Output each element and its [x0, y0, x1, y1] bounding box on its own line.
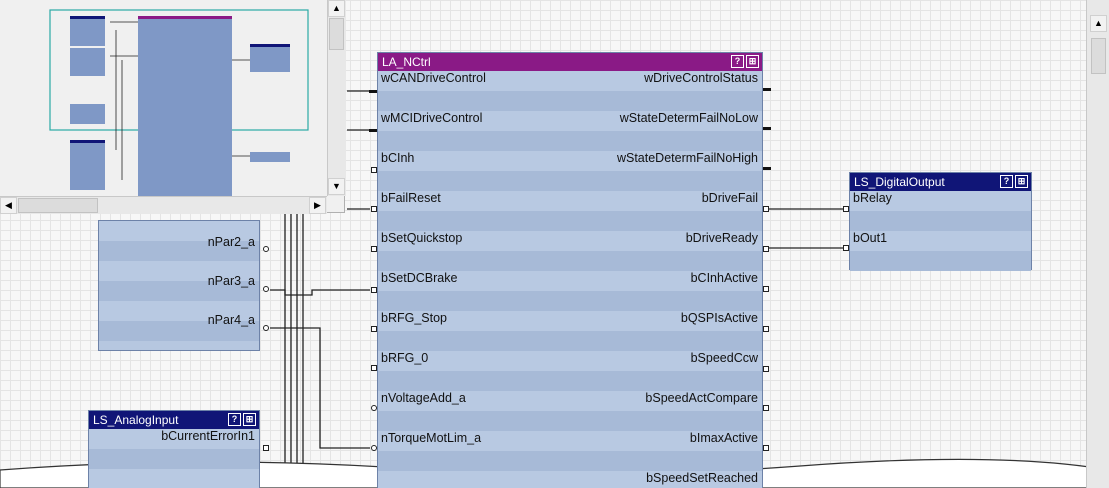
output-label: bSpeedSetReached — [646, 471, 758, 485]
output-port-bspeedccw[interactable] — [763, 366, 769, 372]
output-port-wstatedetermfailnohigh[interactable] — [763, 167, 771, 170]
output-label: bCInhActive — [690, 271, 758, 285]
input-port-bcinh[interactable] — [371, 167, 377, 173]
ls-digitaloutput-title: LS_DigitalOutput — [854, 175, 945, 189]
minimap-vscroll-thumb[interactable] — [329, 18, 344, 50]
la-nctrl-title: LA_NCtrl — [382, 55, 431, 69]
ls-digitaloutput-block[interactable]: LS_DigitalOutput ? ⊞ bRelay bOut1 — [849, 172, 1032, 271]
input-port-brfg-0[interactable] — [371, 365, 377, 371]
input-label-bout1: bOut1 — [853, 231, 888, 245]
input-port-ntorquemotlim[interactable] — [371, 445, 377, 451]
grid-icon[interactable]: ⊞ — [1015, 175, 1028, 188]
diagram-canvas[interactable]: nPar2_a nPar3_a nPar4_a LA_NCtrl ? ⊞ wCA… — [0, 0, 1109, 488]
minimap-hscroll-thumb[interactable] — [18, 198, 98, 213]
output-label-bcurrenterrorin1: bCurrentErrorIn1 — [161, 429, 255, 443]
output-port-wdrivecontrolstatus[interactable] — [763, 88, 771, 91]
input-label: wMCIDriveControl — [381, 111, 483, 125]
la-nctrl-title-bar[interactable]: LA_NCtrl ? ⊞ — [378, 53, 762, 71]
input-label: bSetQuickstop — [381, 231, 463, 245]
output-label-npar4: nPar4_a — [207, 313, 255, 327]
output-label: wStateDetermFailNoLow — [619, 111, 758, 125]
output-label: wStateDetermFailNoHigh — [616, 151, 758, 165]
output-port-bdrivefail[interactable] — [763, 206, 769, 212]
output-port-wstatedetermfailnolow[interactable] — [763, 127, 771, 130]
output-label: bDriveReady — [685, 231, 758, 245]
output-label-npar2: nPar2_a — [207, 235, 255, 249]
input-port-bout1[interactable] — [843, 245, 849, 251]
input-port-wmcidrivecontrol[interactable] — [369, 129, 377, 132]
input-label: bCInh — [381, 151, 415, 165]
input-port-bsetdcbrake[interactable] — [371, 287, 377, 293]
main-scroll-up-button[interactable]: ▲ — [1090, 15, 1107, 32]
output-port-bqspisactive[interactable] — [763, 326, 769, 332]
input-label: bSetDCBrake — [381, 271, 458, 285]
output-port-npar2[interactable] — [263, 246, 269, 252]
output-label: bSpeedActCompare — [645, 391, 758, 405]
input-port-brfg-stop[interactable] — [371, 326, 377, 332]
input-label-brelay: bRelay — [853, 191, 892, 205]
parameter-block[interactable]: nPar2_a nPar3_a nPar4_a — [98, 220, 260, 351]
input-label: nTorqueMotLim_a — [381, 431, 482, 445]
output-label: wDriveControlStatus — [644, 71, 758, 85]
output-label: bSpeedCcw — [690, 351, 758, 365]
output-port-bdriveready[interactable] — [763, 246, 769, 252]
input-port-wcandrivecontrol[interactable] — [369, 90, 377, 93]
minimap-vertical-scrollbar[interactable]: ▲ ▼ — [327, 0, 346, 196]
input-label: bRFG_0 — [381, 351, 429, 365]
minimap-scroll-down-button[interactable]: ▼ — [328, 178, 345, 195]
main-vscroll-thumb[interactable] — [1091, 38, 1106, 74]
output-label: bImaxActive — [689, 431, 758, 445]
input-port-bfailreset[interactable] — [371, 206, 377, 212]
main-vertical-scrollbar[interactable]: ▲ — [1086, 0, 1109, 488]
ls-digitaloutput-title-bar[interactable]: LS_DigitalOutput ? ⊞ — [850, 173, 1031, 191]
help-icon[interactable]: ? — [1000, 175, 1013, 188]
help-icon[interactable]: ? — [731, 55, 744, 68]
overview-minimap[interactable]: ▲ ▼ ◀ ▶ — [0, 0, 346, 214]
input-label: nVoltageAdd_a — [381, 391, 466, 405]
ls-analoginput-block[interactable]: LS_AnalogInput ? ⊞ bCurrentErrorIn1 — [88, 410, 260, 488]
output-port-bspeedactcompare[interactable] — [763, 405, 769, 411]
input-port-bsetquickstop[interactable] — [371, 246, 377, 252]
minimap-horizontal-scrollbar[interactable]: ◀ ▶ — [0, 196, 327, 214]
minimap-scroll-up-button[interactable]: ▲ — [328, 0, 345, 17]
input-label: bRFG_Stop — [381, 311, 448, 325]
output-label-npar3: nPar3_a — [207, 274, 255, 288]
output-port-npar4[interactable] — [263, 325, 269, 331]
ls-analoginput-title: LS_AnalogInput — [93, 413, 179, 427]
grid-icon[interactable]: ⊞ — [243, 413, 256, 426]
output-label: bDriveFail — [701, 191, 758, 205]
output-port-bimaxactive[interactable] — [763, 445, 769, 451]
output-port-bcinhactive[interactable] — [763, 286, 769, 292]
la-nctrl-block[interactable]: LA_NCtrl ? ⊞ wCANDriveControl wMCIDriveC… — [377, 52, 763, 488]
help-icon[interactable]: ? — [228, 413, 241, 426]
minimap-scroll-left-button[interactable]: ◀ — [0, 197, 17, 214]
output-port-npar3[interactable] — [263, 286, 269, 292]
input-label: wCANDriveControl — [381, 71, 486, 85]
input-label: bFailReset — [381, 191, 441, 205]
grid-icon[interactable]: ⊞ — [746, 55, 759, 68]
output-label: bQSPIsActive — [680, 311, 758, 325]
output-port-bcurrenterrorin1[interactable] — [263, 445, 269, 451]
input-port-nvoltageadd[interactable] — [371, 405, 377, 411]
minimap-scroll-right-button[interactable]: ▶ — [309, 197, 326, 214]
input-port-brelay[interactable] — [843, 206, 849, 212]
ls-analoginput-title-bar[interactable]: LS_AnalogInput ? ⊞ — [89, 411, 259, 429]
minimap-preview — [49, 9, 309, 208]
